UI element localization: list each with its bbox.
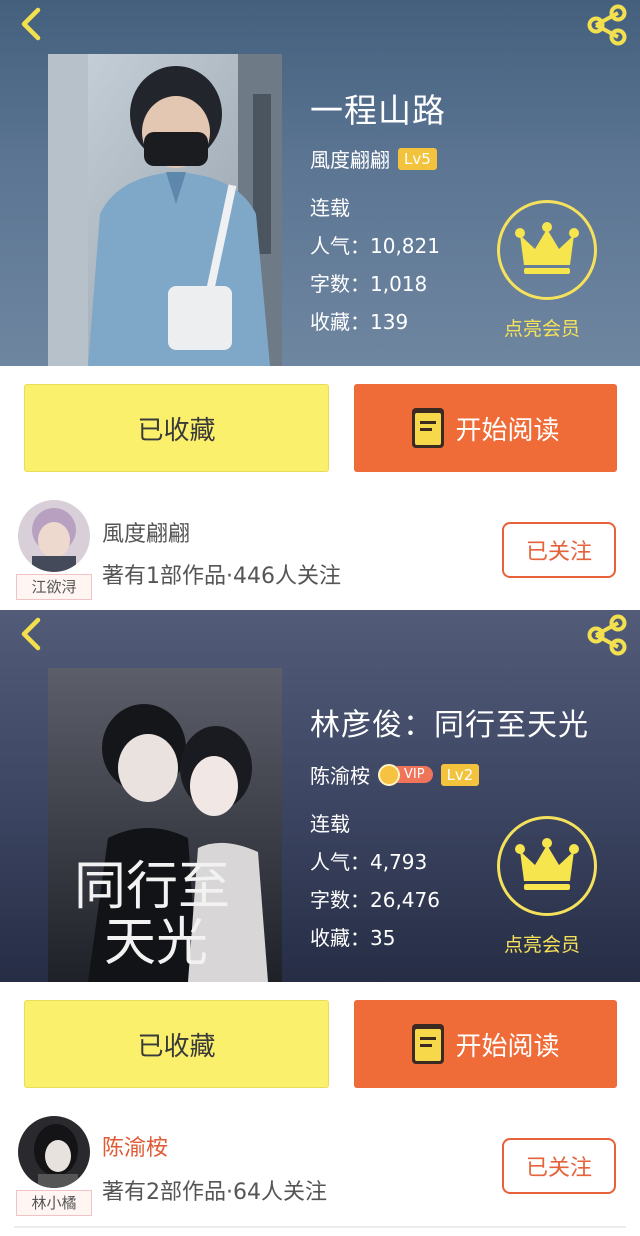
share-icon (587, 614, 627, 656)
favorites-stat: 收藏：139 (310, 310, 409, 334)
cover-title-line1: 同行至 (74, 857, 230, 917)
writer-name[interactable]: 陈渝桉 (102, 1130, 168, 1162)
chevron-left-icon (21, 617, 41, 651)
avatar-photo (18, 1116, 90, 1188)
member-label[interactable]: 点亮会员 (504, 314, 580, 341)
book-cover[interactable] (48, 54, 282, 366)
back-button[interactable] (14, 616, 50, 652)
book-title: 林彦俊：同行至天光 (310, 708, 589, 743)
book-header: 同行至 天光 林彦俊：同行至天光 陈渝桉 VIP Lv2 连载 人气：4,793… (0, 610, 640, 982)
avatar[interactable] (18, 500, 90, 572)
start-reading-label: 开始阅读 (455, 1031, 560, 1062)
avatar[interactable] (18, 1116, 90, 1188)
author-name[interactable]: 風度翩翩 (310, 144, 390, 173)
level-badge: Lv2 (440, 763, 480, 786)
share-button[interactable] (584, 4, 630, 46)
avatar-tag: 林小橘 (16, 1190, 92, 1216)
divider (14, 1226, 626, 1228)
favorited-button[interactable]: 已收藏 (24, 384, 329, 472)
book-header: 一程山路 風度翩翩 Lv5 连载 人气：10,821 字数：1,018 收藏：1… (0, 0, 640, 366)
word-count-stat: 字数：26,476 (310, 888, 440, 912)
member-button[interactable] (497, 816, 597, 916)
follow-button[interactable]: 已关注 (502, 1138, 616, 1194)
level-badge: Lv5 (398, 147, 437, 170)
author-line: 陈渝桉 VIP Lv2 (310, 760, 480, 789)
writer-name[interactable]: 風度翩翩 (102, 516, 190, 548)
crown-icon (515, 222, 579, 274)
vip-badge: VIP (378, 763, 433, 786)
book-title: 一程山路 (310, 91, 446, 130)
cover-title-line2: 天光 (104, 913, 208, 973)
share-icon (587, 4, 627, 46)
writer-meta: 著有1部作品·446人关注 (102, 564, 341, 589)
crown-icon (515, 838, 579, 890)
start-reading-button[interactable]: 开始阅读 (354, 384, 617, 472)
member-button[interactable] (497, 200, 597, 300)
book-card-2: 同行至 天光 林彦俊：同行至天光 陈渝桉 VIP Lv2 连载 人气：4,793… (0, 610, 640, 1228)
cover-photo (48, 54, 282, 366)
book-card-1: 一程山路 風度翩翩 Lv5 连载 人气：10,821 字数：1,018 收藏：1… (0, 0, 640, 618)
vip-crown-icon (378, 763, 400, 786)
start-reading-label: 开始阅读 (455, 415, 560, 446)
book-icon (412, 408, 445, 448)
favorited-button[interactable]: 已收藏 (24, 1000, 329, 1088)
follow-button[interactable]: 已关注 (502, 522, 616, 578)
popularity-stat: 人气：4,793 (310, 850, 428, 874)
popularity-stat: 人气：10,821 (310, 234, 440, 258)
avatar-tag: 江欲浔 (16, 574, 92, 600)
author-line: 風度翩翩 Lv5 (310, 144, 437, 173)
book-cover[interactable]: 同行至 天光 (48, 668, 282, 982)
cover-art: 同行至 天光 (48, 668, 282, 982)
author-name[interactable]: 陈渝桉 (310, 760, 370, 789)
avatar-photo (18, 500, 90, 572)
favorites-stat: 收藏：35 (310, 926, 396, 950)
status-text: 连载 (310, 196, 350, 220)
chevron-left-icon (21, 7, 41, 41)
book-icon (412, 1024, 445, 1064)
share-button[interactable] (584, 614, 630, 656)
back-button[interactable] (14, 6, 50, 42)
status-text: 连载 (310, 812, 350, 836)
word-count-stat: 字数：1,018 (310, 272, 428, 296)
start-reading-button[interactable]: 开始阅读 (354, 1000, 617, 1088)
writer-meta: 著有2部作品·64人关注 (102, 1180, 327, 1205)
member-label[interactable]: 点亮会员 (504, 930, 580, 957)
